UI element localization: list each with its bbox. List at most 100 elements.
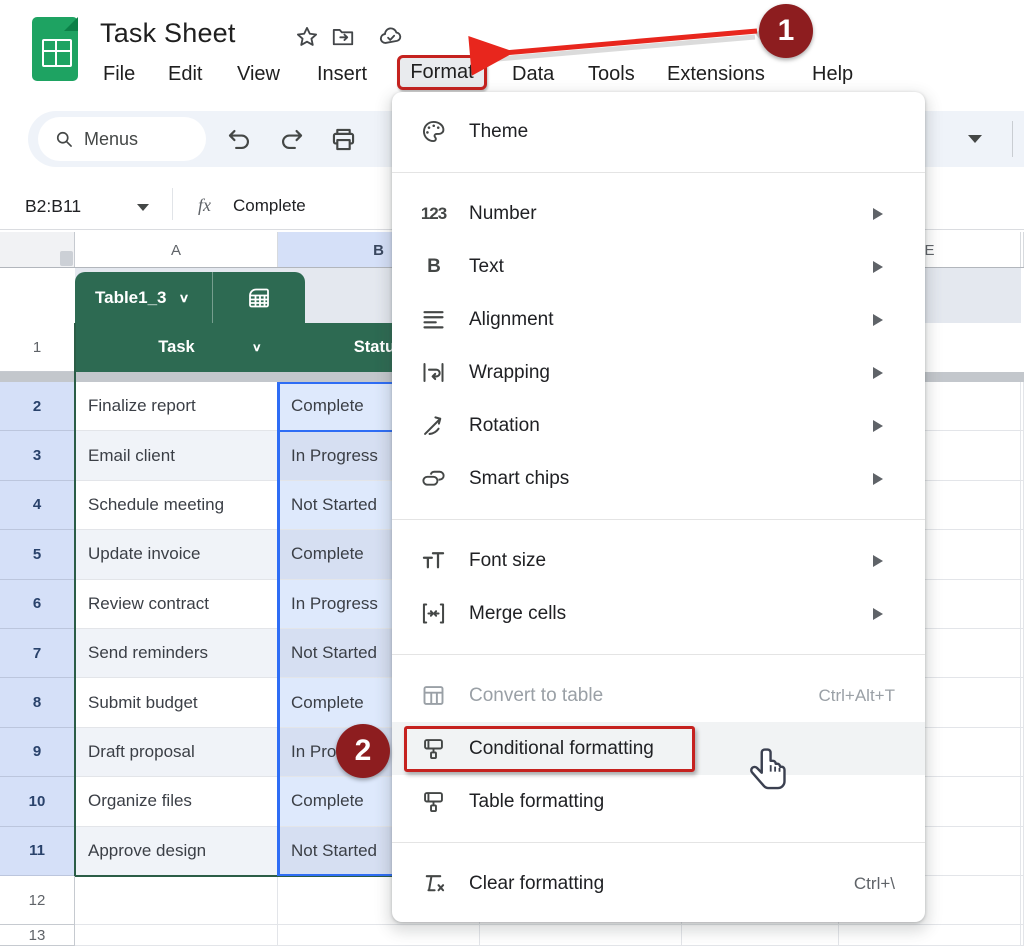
menu-item-text[interactable]: BText xyxy=(392,240,925,293)
name-box[interactable]: B2:B11 xyxy=(25,196,81,217)
cell-a12[interactable] xyxy=(75,876,278,925)
menu-separator xyxy=(392,172,925,173)
cell-a9[interactable]: Draft proposal xyxy=(75,728,278,777)
row-header-8[interactable]: 8 xyxy=(0,678,75,727)
menu-extensions[interactable]: Extensions xyxy=(667,59,765,89)
logo-fold xyxy=(64,17,78,31)
menu-item-label: Number xyxy=(469,203,537,225)
sheets-logo[interactable] xyxy=(32,17,78,81)
search-icon xyxy=(54,129,74,149)
redo-icon[interactable] xyxy=(278,126,305,153)
column-header-task[interactable]: Task∨ xyxy=(75,323,278,372)
cell-c13[interactable] xyxy=(480,925,682,946)
menu-item-number[interactable]: 123 Number xyxy=(392,187,925,240)
cell-d13[interactable] xyxy=(682,925,839,946)
cell-a4[interactable]: Schedule meeting xyxy=(75,481,278,530)
menu-item-wrapping[interactable]: Wrapping xyxy=(392,346,925,399)
sheet-row-13: 13 xyxy=(0,925,1024,946)
cell-a5[interactable]: Update invoice xyxy=(75,530,278,579)
menu-separator xyxy=(392,842,925,843)
select-all-corner[interactable] xyxy=(0,232,75,268)
number-123-icon: 123 xyxy=(420,200,447,227)
formula-bar-divider xyxy=(172,188,173,220)
row-header-10[interactable]: 10 xyxy=(0,777,75,826)
google-sheets-window: Task Sheet File Edit View Insert Data Tools Ex… xyxy=(0,0,1024,946)
menu-item-label: Theme xyxy=(469,121,528,143)
row-header-3[interactable]: 3 xyxy=(0,431,75,480)
table-name: Table1_3 xyxy=(75,288,167,308)
chevron-down-icon[interactable] xyxy=(968,135,982,143)
format-menu-dropdown: Theme 123 Number BTextAlignment Wrapping Rota… xyxy=(392,92,925,922)
cell-a6[interactable]: Review contract xyxy=(75,580,278,629)
menus-search-button[interactable]: Menus xyxy=(38,117,206,161)
row-header-6[interactable]: 6 xyxy=(0,580,75,629)
cell-e13[interactable] xyxy=(839,925,1021,946)
cloud-saved-icon[interactable] xyxy=(378,24,404,50)
row-header-1[interactable]: 1 xyxy=(0,323,75,372)
row-header-9[interactable]: 9 xyxy=(0,728,75,777)
menu-item-clear-formatting[interactable]: Clear formatting Ctrl+\ xyxy=(392,857,925,910)
row-header-11[interactable]: 11 xyxy=(0,827,75,876)
chevron-down-icon[interactable]: ∨ xyxy=(179,290,190,304)
row-header-4[interactable]: 4 xyxy=(0,481,75,530)
menu-item-label: Font size xyxy=(469,550,546,572)
menu-item-label: Table formatting xyxy=(469,791,604,813)
menu-item-label: Wrapping xyxy=(469,362,550,384)
text-wrap-icon xyxy=(420,359,447,386)
menu-format-open[interactable]: Format xyxy=(397,55,487,90)
row-header-2[interactable]: 2 xyxy=(0,382,75,431)
step-1-badge: 1 xyxy=(759,4,813,58)
column-header-a[interactable]: A xyxy=(75,232,278,268)
cell-a10[interactable]: Organize files xyxy=(75,777,278,826)
menu-insert[interactable]: Insert xyxy=(317,59,367,89)
menu-item-label: Clear formatting xyxy=(469,873,604,895)
menu-edit[interactable]: Edit xyxy=(168,59,202,89)
cell-a13[interactable] xyxy=(75,925,278,946)
menu-view[interactable]: View xyxy=(237,59,280,89)
table-grid-icon xyxy=(420,682,447,709)
paint-roller-icon xyxy=(420,788,447,815)
cell-a3[interactable]: Email client xyxy=(75,431,278,480)
menu-item-alignment[interactable]: Alignment xyxy=(392,293,925,346)
menu-item-font-size[interactable]: Font size xyxy=(392,534,925,587)
row-header-13[interactable]: 13 xyxy=(0,925,75,946)
menu-item-label: Convert to table xyxy=(469,685,603,707)
menu-item-label: Text xyxy=(469,256,504,278)
move-folder-icon[interactable] xyxy=(330,24,356,50)
menu-item-table-formatting[interactable]: Table formatting xyxy=(392,775,925,828)
chevron-down-icon[interactable]: ∨ xyxy=(252,341,262,355)
row-header-7[interactable]: 7 xyxy=(0,629,75,678)
cell-a8[interactable]: Submit budget xyxy=(75,678,278,727)
table-border-left xyxy=(74,323,76,876)
menu-help[interactable]: Help xyxy=(812,59,853,89)
menu-file[interactable]: File xyxy=(103,59,135,89)
menu-item-shortcut: Ctrl+Alt+T xyxy=(818,686,895,706)
menu-item-merge-cells[interactable]: Merge cells xyxy=(392,587,925,640)
menu-item-theme[interactable]: Theme xyxy=(392,105,925,158)
row-header-5[interactable]: 5 xyxy=(0,530,75,579)
print-icon[interactable] xyxy=(330,126,357,153)
menu-item-shortcut: Ctrl+\ xyxy=(854,874,895,894)
document-title[interactable]: Task Sheet xyxy=(100,18,236,49)
name-box-caret-icon[interactable] xyxy=(137,204,149,211)
menu-item-label: Rotation xyxy=(469,415,540,437)
row-header-12[interactable]: 12 xyxy=(0,876,75,925)
menu-item-label: Merge cells xyxy=(469,603,566,625)
cell-b13[interactable] xyxy=(278,925,480,946)
cell-a11[interactable]: Approve design xyxy=(75,827,278,876)
menu-item-convert-to-table[interactable]: Convert to table Ctrl+Alt+T xyxy=(392,669,925,722)
menu-tools[interactable]: Tools xyxy=(588,59,635,89)
font-size-icon xyxy=(420,547,447,574)
cell-a2[interactable]: Finalize report xyxy=(75,382,278,431)
menu-data[interactable]: Data xyxy=(512,59,554,89)
menu-item-smart-chips[interactable]: Smart chips xyxy=(392,452,925,505)
menu-item-label: Smart chips xyxy=(469,468,569,490)
smart-chips-icon xyxy=(420,465,447,492)
undo-icon[interactable] xyxy=(226,126,253,153)
table-grid-icon[interactable] xyxy=(213,286,306,310)
formula-bar-input[interactable]: Complete xyxy=(233,196,306,216)
table-name-chip[interactable]: Table1_3 ∨ xyxy=(75,272,305,323)
menu-item-rotation[interactable]: Rotation xyxy=(392,399,925,452)
cell-a7[interactable]: Send reminders xyxy=(75,629,278,678)
star-icon[interactable] xyxy=(294,24,320,50)
